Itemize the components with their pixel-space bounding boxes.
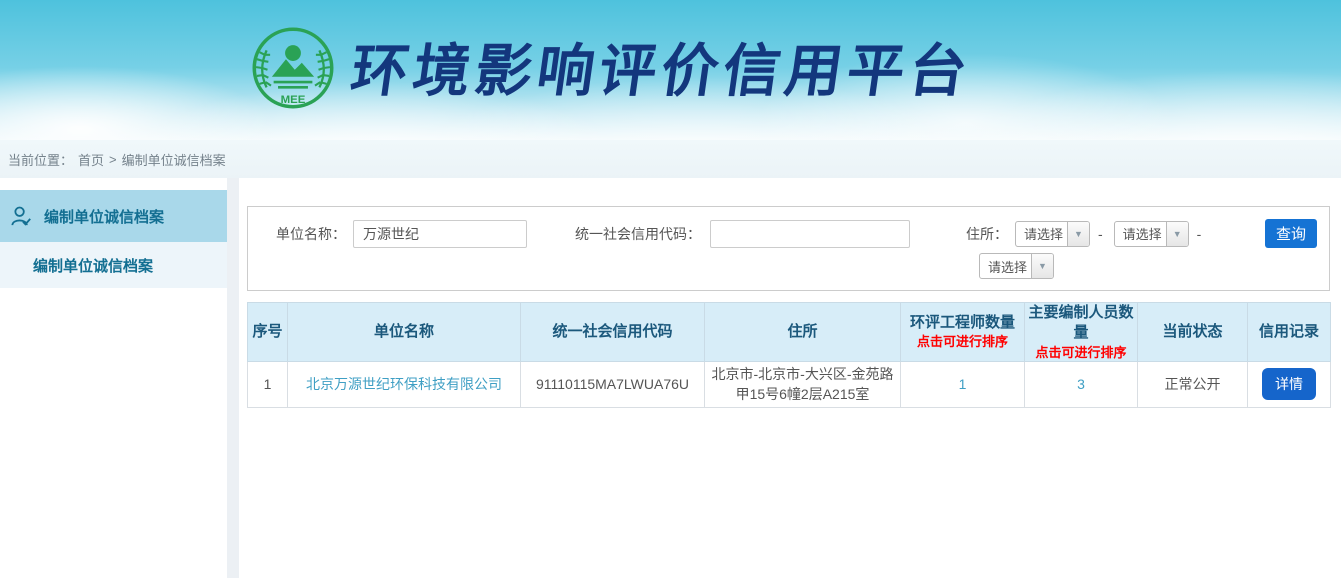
breadcrumb-prefix: 当前位置： [8, 150, 73, 169]
breadcrumb-home-link[interactable]: 首页 [78, 150, 104, 169]
col-header-status: 当前状态 [1138, 303, 1248, 362]
sidebar-item-unit-credit-archive[interactable]: 编制单位诚信档案 [0, 190, 227, 242]
province-select-value: 请选择 [1016, 222, 1067, 246]
sidebar-subitem-label: 编制单位诚信档案 [33, 255, 153, 276]
detail-button[interactable]: 详情 [1262, 368, 1316, 400]
district-select-value: 请选择 [980, 254, 1031, 278]
col-header-staff-count: 主要编制人员数量 点击可进行排序 [1025, 303, 1138, 362]
table-header-row: 序号 单位名称 统一社会信用代码 住所 环评工程师数量 点击可进行排序 主要编制… [248, 303, 1331, 362]
credit-code-input[interactable] [710, 220, 910, 248]
sidebar: 编制单位诚信档案 编制单位诚信档案 [0, 178, 227, 578]
site-title: 环境影响评价信用平台 [346, 26, 978, 108]
col-header-address: 住所 [705, 303, 901, 362]
col-header-index: 序号 [248, 303, 288, 362]
chevron-down-icon[interactable]: ▼ [1166, 222, 1188, 246]
cell-status: 正常公开 [1138, 362, 1248, 408]
chevron-down-icon[interactable]: ▼ [1067, 222, 1089, 246]
sidebar-item-label: 编制单位诚信档案 [44, 206, 164, 227]
cell-index: 1 [248, 362, 288, 408]
results-table: 序号 单位名称 统一社会信用代码 住所 环评工程师数量 点击可进行排序 主要编制… [247, 302, 1331, 408]
address-hyphen: - [1098, 226, 1103, 242]
unit-name-label: 单位名称： [276, 224, 346, 244]
col-header-credit-record: 信用记录 [1248, 303, 1331, 362]
province-select[interactable]: 请选择 ▼ [1015, 221, 1090, 247]
address-hyphen: - [1197, 226, 1202, 242]
breadcrumb-current: 编制单位诚信档案 [122, 150, 226, 169]
mee-logo-icon: MEE [249, 24, 337, 112]
city-select-value: 请选择 [1115, 222, 1166, 246]
sidebar-subitem-unit-credit-archive[interactable]: 编制单位诚信档案 [0, 242, 227, 288]
search-form: 单位名称： 统一社会信用代码： 住所： 请选择 ▼ - 请选择 ▼ - 查询 [247, 206, 1330, 291]
site-header: MEE 环境影响评价信用平台 [0, 0, 1341, 140]
col-header-credit-code: 统一社会信用代码 [521, 303, 705, 362]
col-header-unit-name: 单位名称 [288, 303, 521, 362]
city-select[interactable]: 请选择 ▼ [1114, 221, 1189, 247]
breadcrumb-separator: > [109, 152, 117, 167]
cell-address: 北京市-北京市-大兴区-金苑路甲15号6幢2层A215室 [705, 362, 901, 408]
sidebar-divider [227, 178, 239, 578]
unit-name-link[interactable]: 北京万源世纪环保科技有限公司 [306, 376, 502, 392]
staff-count-sort-button[interactable]: 点击可进行排序 [1027, 344, 1135, 362]
staff-count-link[interactable]: 3 [1077, 376, 1085, 392]
engineer-count-sort-button[interactable]: 点击可进行排序 [903, 333, 1022, 351]
mee-logo-text: MEE [281, 94, 306, 106]
credit-code-label: 统一社会信用代码： [575, 224, 701, 244]
query-button[interactable]: 查询 [1265, 219, 1317, 248]
breadcrumb: 当前位置： 首页 > 编制单位诚信档案 [0, 140, 1341, 178]
main-panel: 单位名称： 统一社会信用代码： 住所： 请选择 ▼ - 请选择 ▼ - 查询 [239, 178, 1341, 578]
district-select[interactable]: 请选择 ▼ [979, 253, 1054, 279]
person-check-icon [10, 205, 33, 228]
address-label: 住所： [966, 224, 1008, 244]
content-area: 编制单位诚信档案 编制单位诚信档案 单位名称： 统一社会信用代码： 住所： 请选… [0, 178, 1341, 578]
col-header-engineer-count: 环评工程师数量 点击可进行排序 [901, 303, 1025, 362]
table-row: 1 北京万源世纪环保科技有限公司 91110115MA7LWUA76U 北京市-… [248, 362, 1331, 408]
cell-credit-code: 91110115MA7LWUA76U [521, 362, 705, 408]
engineer-count-link[interactable]: 1 [959, 376, 967, 392]
unit-name-input[interactable] [353, 220, 527, 248]
chevron-down-icon[interactable]: ▼ [1031, 254, 1053, 278]
